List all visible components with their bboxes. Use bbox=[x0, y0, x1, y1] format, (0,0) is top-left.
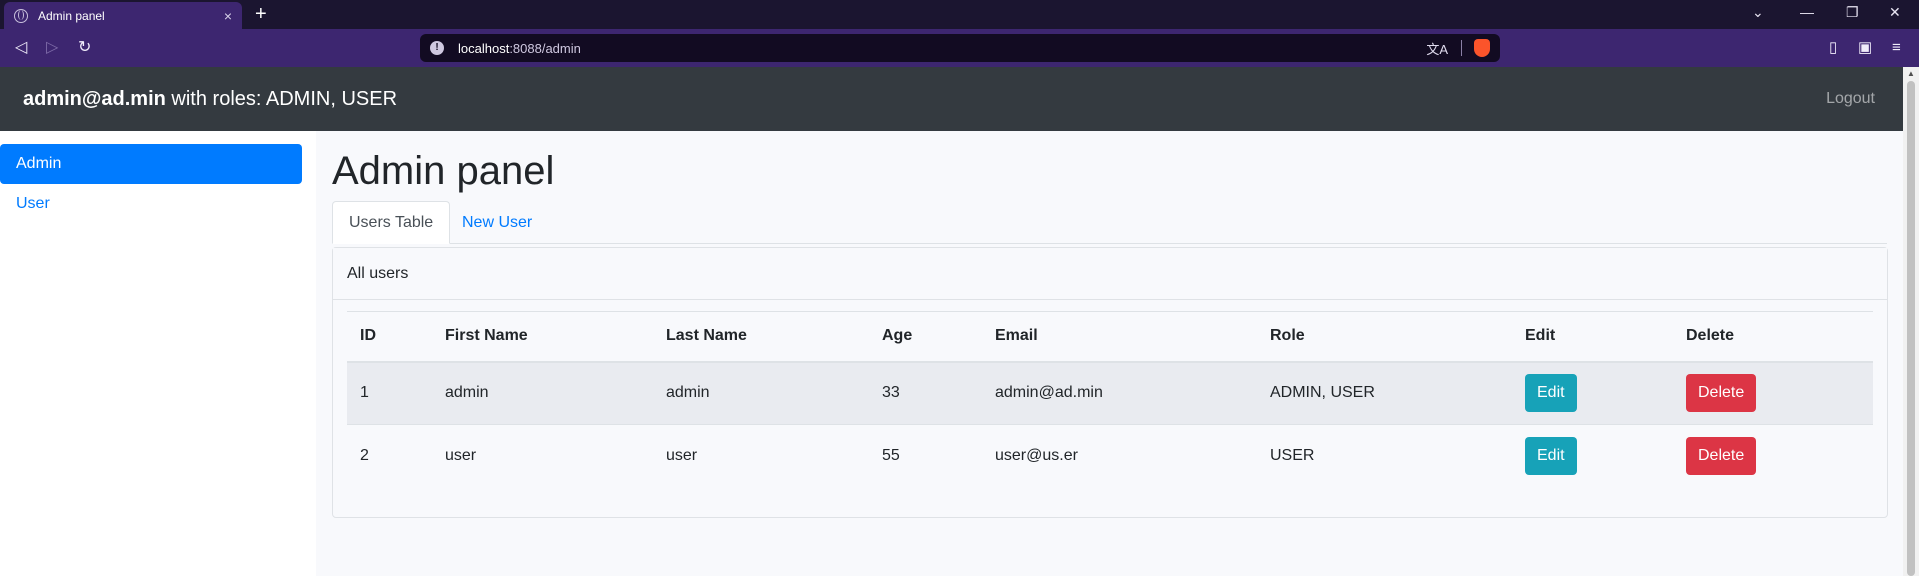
edit-button[interactable]: Edit bbox=[1525, 437, 1577, 476]
delete-button[interactable]: Delete bbox=[1686, 374, 1757, 413]
divider bbox=[1461, 40, 1462, 56]
cell-delete: Delete bbox=[1673, 424, 1873, 488]
cell-last-name: admin bbox=[653, 361, 869, 425]
sidebar-item-admin[interactable]: Admin bbox=[0, 144, 302, 184]
top-navbar: admin@ad.min with roles: ADMIN, USER Log… bbox=[0, 67, 1903, 131]
cell-first-name: user bbox=[432, 424, 653, 488]
column-header-first-name: First Name bbox=[432, 311, 653, 363]
url-host: localhost bbox=[458, 40, 510, 56]
main-content: Admin panel Users Table New User All use… bbox=[316, 131, 1903, 576]
column-header-id: ID bbox=[347, 311, 432, 363]
cell-delete: Delete bbox=[1673, 361, 1873, 425]
brave-shield-icon[interactable] bbox=[1474, 39, 1490, 57]
column-header-last-name: Last Name bbox=[653, 311, 869, 363]
globe-icon bbox=[14, 8, 28, 23]
users-table: ID First Name Last Name Age Email Role E… bbox=[347, 311, 1873, 488]
delete-button[interactable]: Delete bbox=[1686, 437, 1757, 476]
tab-search-dropdown-icon[interactable]: ⌄ bbox=[1752, 4, 1764, 21]
current-user-email: admin@ad.min bbox=[23, 88, 166, 110]
site-info-icon[interactable]: ! bbox=[430, 41, 444, 55]
column-header-edit: Edit bbox=[1512, 311, 1673, 363]
translate-icon[interactable]: 文A bbox=[1426, 39, 1448, 58]
tab-users-table[interactable]: Users Table bbox=[332, 201, 451, 244]
cell-last-name: user bbox=[653, 424, 869, 488]
cell-email: user@us.er bbox=[982, 424, 1257, 488]
wallet-icon[interactable]: ▣ bbox=[1858, 38, 1872, 58]
reload-icon[interactable]: ↻ bbox=[78, 38, 91, 58]
close-tab-icon[interactable]: × bbox=[224, 8, 232, 24]
cell-role: USER bbox=[1257, 424, 1512, 488]
address-bar[interactable]: ! localhost:8088/admin 文A bbox=[420, 34, 1500, 62]
sidebar-item-user[interactable]: User bbox=[0, 184, 302, 224]
table-header-row: ID First Name Last Name Age Email Role E… bbox=[347, 311, 1873, 363]
table-row: 1 admin admin 33 admin@ad.min ADMIN, USE… bbox=[347, 361, 1873, 425]
logout-link[interactable]: Logout bbox=[1826, 90, 1875, 108]
browser-tab[interactable]: Admin panel × bbox=[4, 2, 242, 29]
current-user-roles: with roles: ADMIN, USER bbox=[165, 88, 398, 110]
cell-email: admin@ad.min bbox=[982, 361, 1257, 425]
browser-tab-strip: Admin panel × + ⌄ — ❐ ✕ bbox=[0, 0, 1919, 29]
scrollbar-thumb[interactable] bbox=[1907, 81, 1915, 576]
page-title: Admin panel bbox=[332, 149, 555, 193]
sidebar: Admin User bbox=[0, 131, 316, 576]
edit-button[interactable]: Edit bbox=[1525, 374, 1577, 413]
column-header-email: Email bbox=[982, 311, 1257, 363]
browser-tab-title: Admin panel bbox=[38, 8, 105, 23]
cell-age: 55 bbox=[869, 424, 982, 488]
cell-edit: Edit bbox=[1512, 424, 1673, 488]
current-user-info: admin@ad.min with roles: ADMIN, USER bbox=[23, 87, 397, 111]
new-tab-button[interactable]: + bbox=[255, 3, 267, 25]
column-header-age: Age bbox=[869, 311, 982, 363]
close-window-button[interactable]: ✕ bbox=[1889, 4, 1901, 21]
restore-window-button[interactable]: ❐ bbox=[1846, 4, 1859, 21]
browser-toolbar: ◁ ▷ ↻ ! localhost:8088/admin 文A ▯ ▣ ≡ bbox=[0, 29, 1919, 67]
tab-new-user[interactable]: New User bbox=[445, 201, 549, 244]
menu-icon[interactable]: ≡ bbox=[1892, 38, 1901, 58]
column-header-role: Role bbox=[1257, 311, 1512, 363]
cell-role: ADMIN, USER bbox=[1257, 361, 1512, 425]
page-scrollbar[interactable]: ▲ bbox=[1903, 67, 1919, 576]
url-text: localhost:8088/admin bbox=[458, 41, 581, 56]
sidebar-toggle-icon[interactable]: ▯ bbox=[1829, 38, 1837, 58]
forward-icon[interactable]: ▷ bbox=[46, 38, 58, 58]
tab-bar: Users Table New User bbox=[332, 201, 1887, 244]
cell-id: 2 bbox=[347, 424, 432, 488]
cell-first-name: admin bbox=[432, 361, 653, 425]
scroll-up-arrow-icon[interactable]: ▲ bbox=[1907, 69, 1915, 78]
users-card: All users ID First Name Last Name Age Em… bbox=[332, 247, 1888, 518]
back-icon[interactable]: ◁ bbox=[15, 38, 27, 58]
cell-id: 1 bbox=[347, 361, 432, 425]
url-path: :8088/admin bbox=[509, 40, 581, 56]
page: admin@ad.min with roles: ADMIN, USER Log… bbox=[0, 67, 1903, 576]
column-header-delete: Delete bbox=[1673, 311, 1873, 363]
card-header: All users bbox=[333, 248, 1887, 300]
cell-edit: Edit bbox=[1512, 361, 1673, 425]
cell-age: 33 bbox=[869, 361, 982, 425]
minimize-window-button[interactable]: — bbox=[1800, 4, 1814, 20]
table-row: 2 user user 55 user@us.er USER Edit Dele… bbox=[347, 424, 1873, 488]
